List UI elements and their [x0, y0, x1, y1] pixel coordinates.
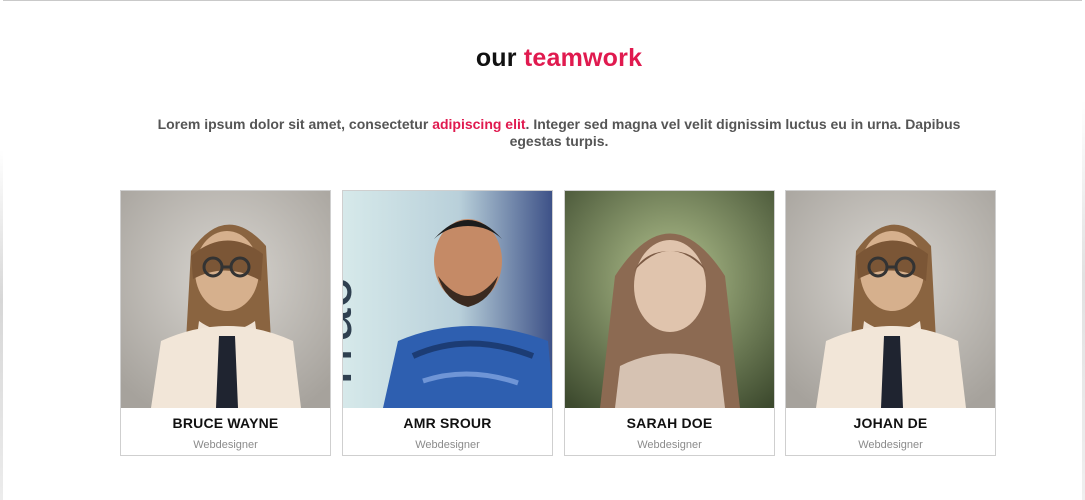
team-role-johan-de: Webdesigner	[858, 439, 923, 451]
team-grid: BRUCE WAYNE Webdesigner Trac AMR SROUR W…	[120, 190, 1000, 460]
team-role-amr-srour: Webdesigner	[415, 439, 480, 451]
portrait-image: Trac	[343, 191, 552, 408]
team-photo-amr-srour[interactable]: Trac	[343, 191, 552, 408]
team-card-sarah-doe[interactable]: SARAH DOE Webdesigner	[564, 190, 775, 456]
section-title: our teamwork	[0, 44, 1085, 73]
team-name-bruce-wayne: BRUCE WAYNE	[172, 415, 279, 431]
intro-text-start: Lorem ipsum dolor sit amet, consectetur	[157, 116, 433, 132]
team-name-johan-de: JOHAN DE	[853, 415, 928, 431]
portrait-image	[565, 191, 774, 408]
team-photo-bruce-wayne[interactable]	[121, 191, 330, 408]
intro-text-end: . Integer sed magna vel velit dignissim …	[509, 116, 961, 149]
wall-graphic-text: Trac	[343, 278, 364, 396]
team-name-amr-srour: AMR SROUR	[403, 415, 492, 431]
portrait-image	[786, 191, 995, 408]
section-intro: Lorem ipsum dolor sit amet, consectetur …	[138, 116, 980, 150]
team-role-bruce-wayne: Webdesigner	[193, 439, 258, 451]
team-photo-johan-de[interactable]	[786, 191, 995, 408]
intro-text-accent: adipiscing elit	[432, 116, 526, 132]
team-card-bruce-wayne[interactable]: BRUCE WAYNE Webdesigner	[120, 190, 331, 456]
portrait-image	[121, 191, 330, 408]
section-title-part1: our	[475, 44, 517, 72]
team-name-sarah-doe: SARAH DOE	[626, 415, 713, 431]
team-role-sarah-doe: Webdesigner	[637, 439, 702, 451]
section-title-accent: teamwork	[523, 44, 643, 72]
team-card-amr-srour[interactable]: Trac AMR SROUR Webdesigner	[342, 190, 553, 456]
team-card-johan-de[interactable]: JOHAN DE Webdesigner	[785, 190, 996, 456]
team-photo-sarah-doe[interactable]	[565, 191, 774, 408]
team-section: our teamwork Lorem ipsum dolor sit amet,…	[0, 0, 1085, 500]
